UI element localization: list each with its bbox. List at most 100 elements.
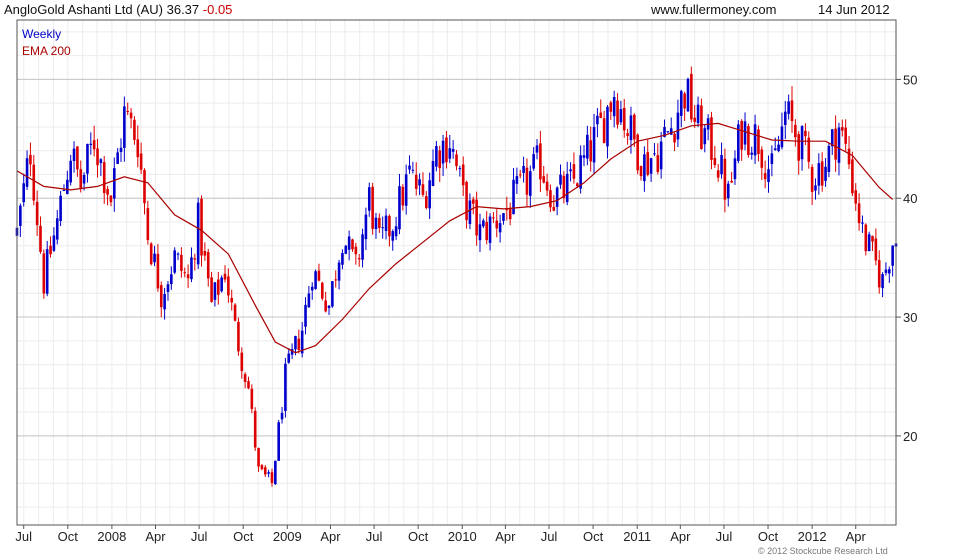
- candle: [545, 173, 549, 197]
- y-tick-label: 50: [903, 72, 917, 87]
- candle: [428, 172, 431, 220]
- candle-body: [666, 131, 670, 133]
- candle-body: [790, 100, 794, 122]
- candle-body: [287, 353, 291, 363]
- candle-body: [378, 217, 381, 228]
- candle: [408, 155, 411, 174]
- candle-body: [99, 159, 103, 164]
- candle: [176, 252, 180, 261]
- candle-body: [186, 274, 190, 279]
- candle: [119, 138, 123, 162]
- grid: [17, 20, 896, 525]
- candle: [233, 303, 237, 322]
- candle-body: [777, 144, 780, 152]
- candle: [653, 143, 656, 157]
- y-tick-label: 20: [903, 429, 917, 444]
- candle-body: [401, 186, 405, 206]
- candle: [186, 264, 190, 289]
- candle-body: [243, 374, 247, 382]
- candle-body: [834, 128, 837, 160]
- candle: [834, 115, 837, 172]
- candle: [535, 139, 539, 160]
- candle-body: [260, 465, 264, 470]
- candle: [710, 111, 713, 170]
- candle-body: [619, 109, 623, 123]
- candle: [589, 126, 592, 172]
- candle-body: [448, 148, 452, 159]
- candle-body: [431, 161, 435, 186]
- candle: [414, 162, 418, 196]
- candle: [737, 120, 740, 164]
- candle-body: [814, 185, 817, 191]
- candle-body: [223, 273, 227, 280]
- candle-body: [787, 101, 790, 114]
- candle: [572, 152, 576, 184]
- copyright: © 2012 Stockcube Research Ltd: [758, 546, 888, 556]
- candle: [609, 100, 613, 120]
- candle: [851, 151, 854, 197]
- candle: [277, 420, 280, 461]
- candle-body: [797, 134, 801, 161]
- candle: [321, 281, 324, 301]
- candle-body: [626, 133, 629, 137]
- candle-body: [136, 139, 140, 158]
- candle: [327, 305, 331, 315]
- candle: [173, 247, 176, 275]
- candle: [747, 123, 750, 158]
- candle-body: [485, 221, 488, 241]
- x-tick-label: Apr: [670, 529, 691, 544]
- candle: [267, 469, 270, 478]
- candle: [35, 190, 39, 236]
- candle: [492, 212, 495, 224]
- candle-body: [690, 73, 693, 120]
- candle-body: [388, 215, 391, 237]
- x-tick-label: Jul: [15, 529, 32, 544]
- candle: [25, 150, 29, 190]
- candle: [495, 209, 499, 238]
- candle-body: [780, 126, 784, 148]
- candle: [706, 114, 710, 141]
- candle-body: [730, 180, 733, 183]
- candle-body: [253, 410, 257, 448]
- candle-body: [307, 293, 311, 308]
- candle-body: [891, 245, 894, 266]
- candle-body: [887, 269, 891, 274]
- candle-body: [227, 276, 230, 296]
- candle: [861, 215, 864, 233]
- candle: [569, 162, 572, 182]
- candle: [89, 132, 93, 155]
- candle: [404, 164, 408, 215]
- candle-body: [820, 161, 824, 186]
- candle: [196, 197, 200, 269]
- candle-body: [700, 105, 703, 150]
- candle: [193, 253, 197, 271]
- candle-body: [609, 102, 613, 112]
- candle: [602, 110, 606, 144]
- candle-body: [740, 120, 743, 150]
- candle: [877, 250, 881, 294]
- candle: [807, 131, 811, 169]
- candle-body: [79, 169, 83, 189]
- candle-body: [280, 412, 284, 420]
- candle-body: [438, 150, 442, 169]
- candle-body: [881, 274, 884, 289]
- candle: [361, 228, 364, 268]
- x-tick-label: 2010: [448, 529, 477, 544]
- candle: [763, 160, 767, 189]
- candle-body: [72, 148, 76, 162]
- candle-body: [602, 118, 606, 143]
- candle: [123, 96, 126, 162]
- candle-body: [800, 126, 804, 160]
- candle: [626, 128, 629, 145]
- candle-body: [196, 202, 200, 265]
- candle-body: [62, 189, 66, 191]
- candle: [458, 165, 462, 177]
- x-tick-label: Apr: [846, 529, 867, 544]
- candle: [136, 125, 140, 168]
- candle-body: [465, 181, 468, 221]
- candle-body: [565, 173, 569, 203]
- candle-body: [783, 111, 787, 125]
- candle: [324, 291, 327, 313]
- candle-body: [545, 181, 549, 191]
- candle-body: [263, 467, 267, 475]
